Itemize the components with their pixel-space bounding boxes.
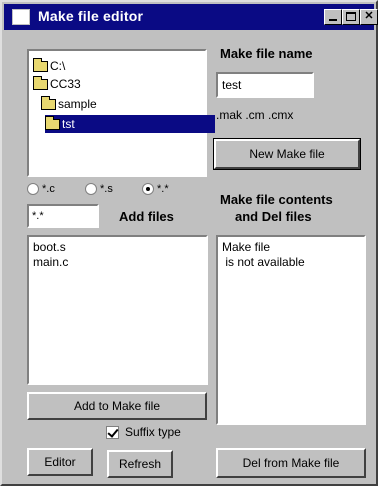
button-label: Del from Make file bbox=[242, 456, 340, 470]
checkbox-checked-icon bbox=[106, 426, 119, 440]
new-make-file-button[interactable]: New Make file bbox=[213, 138, 361, 170]
button-label: Add to Make file bbox=[73, 399, 161, 413]
maximize-icon bbox=[346, 12, 356, 21]
directory-tree[interactable]: C:\ CC33 sample tst bbox=[27, 49, 215, 177]
editor-button[interactable]: Editor bbox=[27, 448, 93, 476]
tree-item-label: CC33 bbox=[50, 77, 81, 91]
folder-icon bbox=[33, 58, 48, 73]
checkbox-label: Suffix type bbox=[125, 425, 181, 439]
add-files-label: Add files bbox=[119, 209, 174, 224]
tree-item-sample[interactable]: sample bbox=[41, 95, 97, 113]
filter-radio-all[interactable]: *.* bbox=[142, 182, 169, 196]
button-label: New Make file bbox=[249, 147, 325, 161]
make-file-contents-list[interactable]: Make file is not available bbox=[216, 235, 366, 425]
file-list[interactable]: boot.s main.c bbox=[27, 235, 208, 385]
tree-item-label: tst bbox=[62, 117, 75, 131]
window-title: Make file editor bbox=[38, 8, 144, 24]
del-from-make-file-button[interactable]: Del from Make file bbox=[216, 448, 366, 478]
suffix-type-checkbox[interactable]: Suffix type bbox=[106, 424, 181, 440]
window-icon bbox=[12, 9, 30, 25]
tree-item-tst[interactable]: tst bbox=[45, 115, 215, 133]
list-item: Make file bbox=[222, 240, 271, 254]
list-item[interactable]: main.c bbox=[33, 255, 202, 270]
filter-radio-c[interactable]: *.c bbox=[27, 182, 55, 196]
list-item[interactable]: boot.s bbox=[33, 240, 202, 255]
make-file-editor-window: Make file editor ✕ C:\ CC33 sample tst *… bbox=[0, 0, 378, 486]
radio-label: *.s bbox=[100, 183, 113, 195]
radio-icon bbox=[85, 183, 97, 196]
radio-checked-icon bbox=[142, 183, 154, 196]
contents-label-line2: and Del files bbox=[235, 209, 312, 224]
filter-radio-s[interactable]: *.s bbox=[85, 182, 113, 196]
tree-item-label: C:\ bbox=[50, 59, 66, 73]
refresh-button[interactable]: Refresh bbox=[107, 450, 173, 478]
close-icon: ✕ bbox=[364, 10, 374, 22]
file-filter-input[interactable] bbox=[27, 204, 99, 228]
minimize-icon bbox=[329, 19, 337, 21]
button-label: Editor bbox=[44, 455, 76, 469]
radio-label: *.c bbox=[42, 183, 55, 195]
title-bar[interactable]: Make file editor ✕ bbox=[4, 4, 378, 30]
folder-open-icon bbox=[33, 76, 48, 91]
make-file-name-input[interactable] bbox=[216, 72, 314, 98]
list-item: is not available bbox=[222, 255, 305, 269]
minimize-button[interactable] bbox=[324, 9, 342, 25]
add-to-make-file-button[interactable]: Add to Make file bbox=[27, 392, 207, 420]
tree-item-cc33[interactable]: CC33 bbox=[33, 75, 81, 93]
tree-item-label: sample bbox=[58, 97, 97, 111]
make-file-name-label: Make file name bbox=[220, 46, 313, 61]
radio-icon bbox=[27, 183, 39, 196]
button-label: Refresh bbox=[118, 457, 162, 471]
close-button[interactable]: ✕ bbox=[360, 9, 378, 25]
folder-open-icon bbox=[45, 116, 60, 131]
extensions-text: .mak .cm .cmx bbox=[216, 108, 294, 122]
radio-label: *.* bbox=[157, 183, 169, 195]
folder-open-icon bbox=[41, 96, 56, 111]
tree-item-c-drive[interactable]: C:\ bbox=[33, 57, 65, 75]
maximize-button[interactable] bbox=[342, 9, 360, 25]
contents-label-line1: Make file contents bbox=[220, 192, 333, 207]
